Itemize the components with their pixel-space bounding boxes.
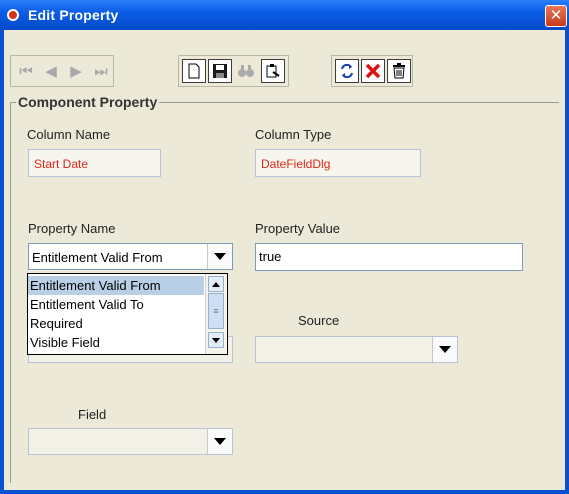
previous-record-button[interactable]: ◀ xyxy=(39,59,63,83)
property-name-value: Entitlement Valid From xyxy=(32,250,163,265)
refresh-button[interactable] xyxy=(335,59,359,83)
new-button[interactable] xyxy=(182,59,206,83)
column-name-field: Start Date xyxy=(28,149,161,177)
window-title: Edit Property xyxy=(28,7,119,23)
property-value-label: Property Value xyxy=(255,221,341,236)
first-record-icon: ⏮ xyxy=(19,62,33,80)
save-button[interactable] xyxy=(208,59,232,83)
last-record-icon: ⏭ xyxy=(94,62,108,80)
edit-clipboard-icon xyxy=(266,64,280,78)
delete-button[interactable] xyxy=(361,59,385,83)
last-record-button[interactable]: ⏭ xyxy=(89,59,113,83)
property-value-input[interactable]: true xyxy=(255,243,523,271)
edit-property-window: Edit Property ✕ ⏮ ◀ ▶ ⏭ Component Proper… xyxy=(0,0,569,494)
column-type-label: Column Type xyxy=(255,127,332,142)
list-item[interactable]: Required xyxy=(28,314,204,333)
chevron-down-icon[interactable] xyxy=(207,244,232,269)
title-bar[interactable]: Edit Property ✕ xyxy=(0,0,569,30)
chevron-down-icon[interactable] xyxy=(207,429,232,454)
refresh-icon xyxy=(341,63,353,79)
action-group xyxy=(178,55,289,87)
trash-button[interactable] xyxy=(387,59,411,83)
column-name-label: Column Name xyxy=(27,127,111,142)
new-document-icon xyxy=(188,63,200,79)
source-label: Source xyxy=(298,313,340,328)
field-combo[interactable] xyxy=(28,428,233,455)
field-label: Field xyxy=(78,407,107,422)
chevron-down-icon xyxy=(212,337,220,343)
previous-record-icon: ◀ xyxy=(45,62,57,80)
save-icon xyxy=(213,64,227,78)
group-title: Component Property xyxy=(16,94,160,110)
property-name-combo[interactable]: Entitlement Valid From xyxy=(28,243,233,270)
next-record-icon: ▶ xyxy=(70,62,82,80)
chevron-down-icon[interactable] xyxy=(432,337,457,362)
next-record-button[interactable]: ▶ xyxy=(64,59,88,83)
first-record-button[interactable]: ⏮ xyxy=(14,59,38,83)
delete-x-icon xyxy=(365,63,381,79)
property-name-dropdown-list[interactable]: Entitlement Valid From Entitlement Valid… xyxy=(27,273,228,355)
toolbar: ⏮ ◀ ▶ ⏭ xyxy=(4,30,565,90)
scroll-up-button[interactable] xyxy=(208,276,224,292)
list-item[interactable]: Visible Field xyxy=(28,333,204,352)
trash-icon xyxy=(393,63,405,79)
navigation-group: ⏮ ◀ ▶ ⏭ xyxy=(10,55,114,87)
list-item[interactable]: Entitlement Valid To xyxy=(28,295,204,314)
scroll-down-button[interactable] xyxy=(208,332,224,348)
property-name-label: Property Name xyxy=(28,221,116,236)
record-ops-group xyxy=(331,55,413,87)
chevron-up-icon xyxy=(212,281,220,287)
edit-button[interactable] xyxy=(261,59,285,83)
list-item[interactable]: Entitlement Valid From xyxy=(28,276,204,295)
column-type-field: DateFieldDlg xyxy=(255,149,421,177)
close-button[interactable]: ✕ xyxy=(545,5,567,27)
source-combo[interactable] xyxy=(255,336,458,363)
close-icon: ✕ xyxy=(549,7,563,24)
find-binoculars-icon xyxy=(238,65,254,77)
scroll-thumb[interactable]: ≡ xyxy=(208,293,224,329)
dropdown-scrollbar[interactable]: ≡ xyxy=(205,274,227,354)
find-button[interactable] xyxy=(234,59,258,83)
app-icon xyxy=(7,9,19,21)
